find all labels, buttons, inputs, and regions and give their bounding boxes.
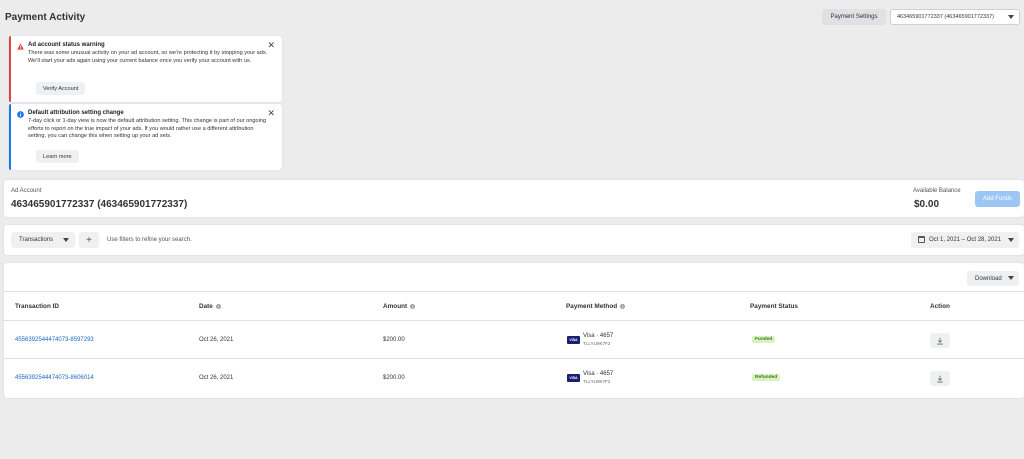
download-receipt-button[interactable] — [930, 371, 950, 386]
payment-settings-button[interactable]: Payment Settings — [822, 9, 886, 25]
table-header: Transaction ID Date i Amount i Payment Met… — [4, 291, 1024, 321]
alert-accent-bar — [9, 104, 11, 170]
column-header-amount: Amount i — [383, 303, 416, 310]
column-header-action: Action — [930, 303, 950, 310]
download-icon — [937, 337, 943, 344]
column-header-label: Payment Method — [566, 303, 618, 310]
transaction-amount: $200.00 — [383, 375, 405, 381]
visa-card-icon: VISA — [567, 336, 580, 344]
ad-account-card: Ad Account 463465901772337 (463465901772… — [4, 180, 1024, 217]
alert-body: 7-day click or 1-day view is now the def… — [28, 118, 267, 140]
transaction-amount: $200.00 — [383, 337, 405, 343]
account-selector-label: 463465901772337 (463465901772337) — [897, 14, 994, 20]
payment-method: Visa · 4657 — [583, 371, 614, 377]
payment-method: Visa · 4657 — [583, 333, 614, 339]
column-header-payment-status: Payment Status — [750, 303, 798, 310]
attribution-info-alert: Default attribution setting change 7-day… — [9, 104, 282, 170]
close-icon[interactable]: ✕ — [267, 41, 275, 50]
caret-down-icon — [1008, 276, 1014, 280]
alert-body: There was some unusual activity on your … — [28, 50, 268, 64]
download-button[interactable]: Download — [967, 271, 1019, 286]
column-header-label: Payment Status — [750, 303, 798, 310]
download-icon — [937, 375, 943, 382]
column-header-label: Amount — [383, 303, 408, 310]
account-warning-alert: Ad account status warning There was some… — [9, 36, 282, 102]
info-icon[interactable]: i — [620, 304, 626, 309]
alert-title: Default attribution setting change — [28, 110, 124, 116]
calendar-icon — [918, 236, 925, 243]
transaction-id-link[interactable]: 4556392544474073-8606014 — [15, 375, 94, 381]
table-row: 4556392544474073-8597293 Oct 26, 2021 $2… — [4, 321, 1024, 359]
warning-icon — [17, 43, 24, 50]
caret-down-icon — [1008, 238, 1014, 242]
transactions-dropdown-label: Transactions — [19, 237, 54, 243]
alert-title: Ad account status warning — [28, 42, 105, 48]
table-row: 4556392544474073-8606014 Oct 26, 2021 $2… — [4, 359, 1024, 397]
ad-account-label: Ad Account — [11, 188, 42, 194]
page-title: Payment Activity — [5, 12, 86, 23]
column-header-label: Date — [199, 303, 213, 310]
download-receipt-button[interactable] — [930, 333, 950, 348]
caret-down-icon — [63, 238, 69, 242]
chevron-down-icon — [1008, 15, 1014, 19]
info-icon[interactable]: i — [215, 304, 221, 309]
alert-accent-bar — [9, 36, 11, 102]
transactions-table: Download Transaction ID Date i Amount i Pa… — [4, 263, 1024, 398]
learn-more-button[interactable]: Learn more — [36, 150, 79, 163]
account-selector[interactable]: 463465901772337 (463465901772337) — [890, 9, 1020, 25]
column-header-date: Date i — [199, 303, 221, 310]
column-header-label: Action — [930, 303, 950, 310]
info-icon — [17, 111, 24, 118]
visa-card-icon: VISA — [567, 374, 580, 382]
add-funds-button[interactable]: Add Funds — [975, 191, 1020, 207]
column-header-label: Transaction ID — [15, 303, 60, 310]
payment-method-reference: TLLYU9K7F2 — [583, 379, 611, 384]
plus-icon: + — [86, 234, 92, 246]
payment-method-reference: TLLYU9K7F2 — [583, 341, 611, 346]
download-button-label: Download — [975, 275, 1002, 282]
add-filter-button[interactable]: + — [79, 232, 99, 248]
column-header-transaction-id: Transaction ID — [15, 303, 59, 310]
info-icon[interactable]: i — [410, 304, 416, 309]
column-header-payment-method: Payment Method i — [566, 303, 626, 310]
close-icon[interactable]: ✕ — [267, 109, 275, 118]
transaction-id-link[interactable]: 4556392544474073-8597293 — [15, 337, 94, 343]
transactions-dropdown[interactable]: Transactions — [11, 232, 75, 248]
filter-hint: Use filters to refine your search. — [107, 237, 192, 243]
verify-account-button[interactable]: Verify Account — [36, 82, 86, 95]
status-badge: Refunded — [752, 374, 781, 381]
ad-account-value: 463465901772337 (463465901772337) — [11, 199, 188, 210]
transaction-date: Oct 26, 2021 — [199, 375, 234, 381]
status-badge: Funded — [752, 336, 776, 343]
date-range-label: Oct 1, 2021 – Oct 28, 2021 — [929, 237, 1002, 243]
available-balance-label: Available Balance — [913, 188, 961, 194]
transaction-date: Oct 26, 2021 — [199, 337, 234, 343]
filter-bar: Transactions + Use filters to refine you… — [4, 225, 1024, 255]
date-range-picker[interactable]: Oct 1, 2021 – Oct 28, 2021 — [911, 232, 1019, 248]
available-balance-value: $0.00 — [914, 199, 940, 210]
